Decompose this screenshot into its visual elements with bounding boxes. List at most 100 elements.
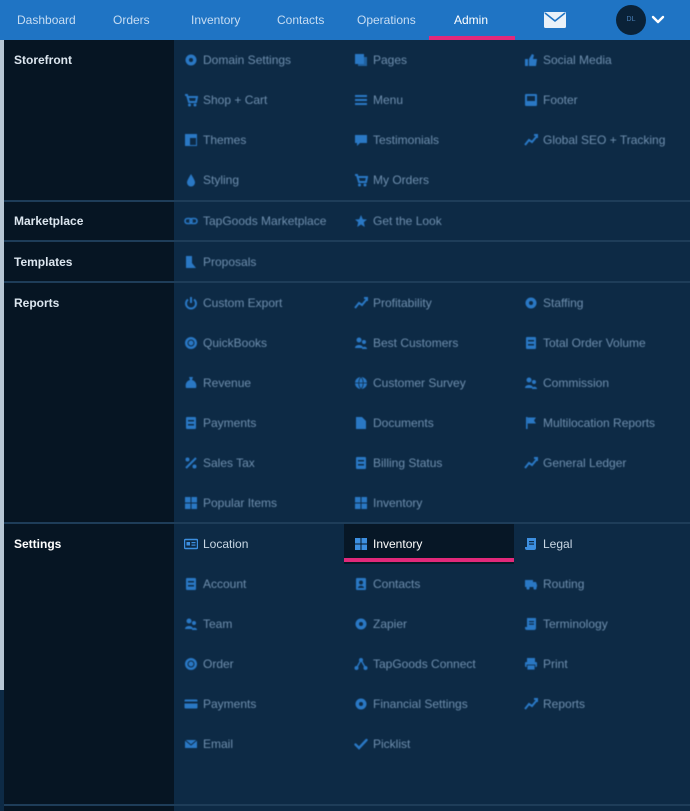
menu-item-label: Revenue — [203, 376, 252, 390]
reports-item-quickbooks[interactable]: QuickBooks — [184, 333, 267, 353]
envelope-icon[interactable] — [544, 12, 566, 28]
reports-item-documents[interactable]: Documents — [354, 413, 434, 433]
cart-icon — [354, 173, 368, 187]
marketplace-item-get-the-look[interactable]: Get the Look — [354, 211, 442, 231]
menu-item-label: Legal — [543, 537, 573, 551]
menu-item-label: Documents — [373, 416, 434, 430]
menu-item-label: Picklist — [373, 737, 411, 751]
settings-item-legal[interactable]: Legal — [524, 534, 572, 554]
reports-item-revenue[interactable]: Revenue — [184, 373, 251, 393]
storefront-item-shop-cart[interactable]: Shop + Cart — [184, 90, 267, 110]
menu-item-label: My Orders — [373, 173, 430, 187]
menu-icon — [354, 93, 368, 107]
chevron-down-icon[interactable] — [651, 14, 665, 26]
gear-icon — [184, 53, 198, 67]
reports-item-general-ledger[interactable]: General Ledger — [524, 453, 626, 473]
nav-dashboard[interactable]: Dashboard — [17, 0, 76, 40]
settings-item-payments[interactable]: Payments — [184, 694, 256, 714]
menu-item-label: Multilocation Reports — [543, 416, 656, 430]
menu-item-label: Print — [543, 657, 568, 671]
settings-item-financial-settings[interactable]: Financial Settings — [354, 694, 468, 714]
nav-operations[interactable]: Operations — [357, 0, 416, 40]
proposal-icon — [184, 255, 198, 269]
reports-item-commission[interactable]: Commission — [524, 373, 609, 393]
storefront-item-menu[interactable]: Menu — [354, 90, 403, 110]
section-label-reports: Reports — [14, 296, 60, 310]
storefront-item-global-seo-tracking[interactable]: Global SEO + Tracking — [524, 130, 665, 150]
menu-item-label: Get the Look — [373, 214, 442, 228]
nav-contacts[interactable]: Contacts — [277, 0, 324, 40]
menu-item-label: Custom Export — [203, 296, 283, 310]
settings-item-print[interactable]: Print — [524, 654, 568, 674]
card-icon — [184, 697, 198, 711]
reports-item-custom-export[interactable]: Custom Export — [184, 293, 282, 313]
menu-item-label: QuickBooks — [203, 336, 268, 350]
top-nav: Dashboard Orders Inventory Contacts Oper… — [0, 0, 690, 40]
storefront-item-social-media[interactable]: Social Media — [524, 50, 612, 70]
settings-item-contacts[interactable]: Contacts — [354, 574, 420, 594]
settings-item-location[interactable]: Location — [184, 534, 248, 554]
settings-item-account[interactable]: Account — [184, 574, 246, 594]
reports-item-billing-status[interactable]: Billing Status — [354, 453, 442, 473]
marketplace-item-tapgoods-marketplace[interactable]: TapGoods Marketplace — [184, 211, 326, 231]
storefront-item-themes[interactable]: Themes — [184, 130, 246, 150]
settings-item-email[interactable]: Email — [184, 734, 233, 754]
doc-icon — [524, 336, 538, 350]
reports-item-customer-survey[interactable]: Customer Survey — [354, 373, 466, 393]
menu-item-label: TapGoods Marketplace — [203, 214, 327, 228]
section-label-marketplace: Marketplace — [14, 214, 84, 228]
grid-icon — [354, 537, 368, 551]
nav-orders[interactable]: Orders — [113, 0, 150, 40]
menu-item-label: Contacts — [373, 577, 421, 591]
menu-item-label: Billing Status — [373, 456, 443, 470]
menu-item-label: Account — [203, 577, 247, 591]
nav-active-indicator — [429, 36, 515, 40]
reports-item-multilocation-reports[interactable]: Multilocation Reports — [524, 413, 655, 433]
section-divider — [4, 240, 690, 242]
pages-icon — [354, 53, 368, 67]
doc-icon — [184, 416, 198, 430]
settings-item-team[interactable]: Team — [184, 614, 232, 634]
settings-item-reports[interactable]: Reports — [524, 694, 585, 714]
grid-icon — [354, 496, 368, 510]
reports-item-staffing[interactable]: Staffing — [524, 293, 583, 313]
reports-item-payments[interactable]: Payments — [184, 413, 256, 433]
reports-item-inventory[interactable]: Inventory — [354, 493, 422, 513]
reports-item-profitability[interactable]: Profitability — [354, 293, 432, 313]
storefront-item-testimonials[interactable]: Testimonials — [354, 130, 439, 150]
reports-item-sales-tax[interactable]: Sales Tax — [184, 453, 255, 473]
nav-admin[interactable]: Admin — [454, 0, 488, 40]
reports-item-total-order-volume[interactable]: Total Order Volume — [524, 333, 646, 353]
settings-item-picklist[interactable]: Picklist — [354, 734, 410, 754]
settings-inventory-active-indicator — [344, 558, 514, 562]
reports-item-best-customers[interactable]: Best Customers — [354, 333, 458, 353]
storefront-item-pages[interactable]: Pages — [354, 50, 407, 70]
circle-icon — [184, 336, 198, 350]
avatar[interactable]: DL — [616, 5, 646, 35]
nav-inventory[interactable]: Inventory — [191, 0, 240, 40]
storefront-item-domain-settings[interactable]: Domain Settings — [184, 50, 291, 70]
settings-item-order[interactable]: Order — [184, 654, 234, 674]
trend-icon — [524, 133, 538, 147]
storefront-item-my-orders[interactable]: My Orders — [354, 170, 429, 190]
reports-item-popular-items[interactable]: Popular Items — [184, 493, 277, 513]
menu-item-label: Testimonials — [373, 133, 440, 147]
network-icon — [354, 657, 368, 671]
section-divider — [4, 804, 690, 806]
menu-item-label: Financial Settings — [373, 697, 468, 711]
templates-item-proposals[interactable]: Proposals — [184, 252, 256, 272]
menu-item-label: Reports — [543, 697, 586, 711]
menu-item-label: Zapier — [373, 617, 408, 631]
file-icon — [354, 416, 368, 430]
settings-item-inventory[interactable]: Inventory — [354, 534, 422, 554]
settings-item-terminology[interactable]: Terminology — [524, 614, 608, 634]
menu-item-label: Best Customers — [373, 336, 459, 350]
menu-item-label: Staffing — [543, 296, 584, 310]
settings-item-zapier[interactable]: Zapier — [354, 614, 407, 634]
storefront-item-footer[interactable]: Footer — [524, 90, 578, 110]
menu-item-label: Commission — [543, 376, 610, 390]
users-icon — [354, 336, 368, 350]
settings-item-tapgoods-connect[interactable]: TapGoods Connect — [354, 654, 476, 674]
storefront-item-styling[interactable]: Styling — [184, 170, 239, 190]
settings-item-routing[interactable]: Routing — [524, 574, 584, 594]
